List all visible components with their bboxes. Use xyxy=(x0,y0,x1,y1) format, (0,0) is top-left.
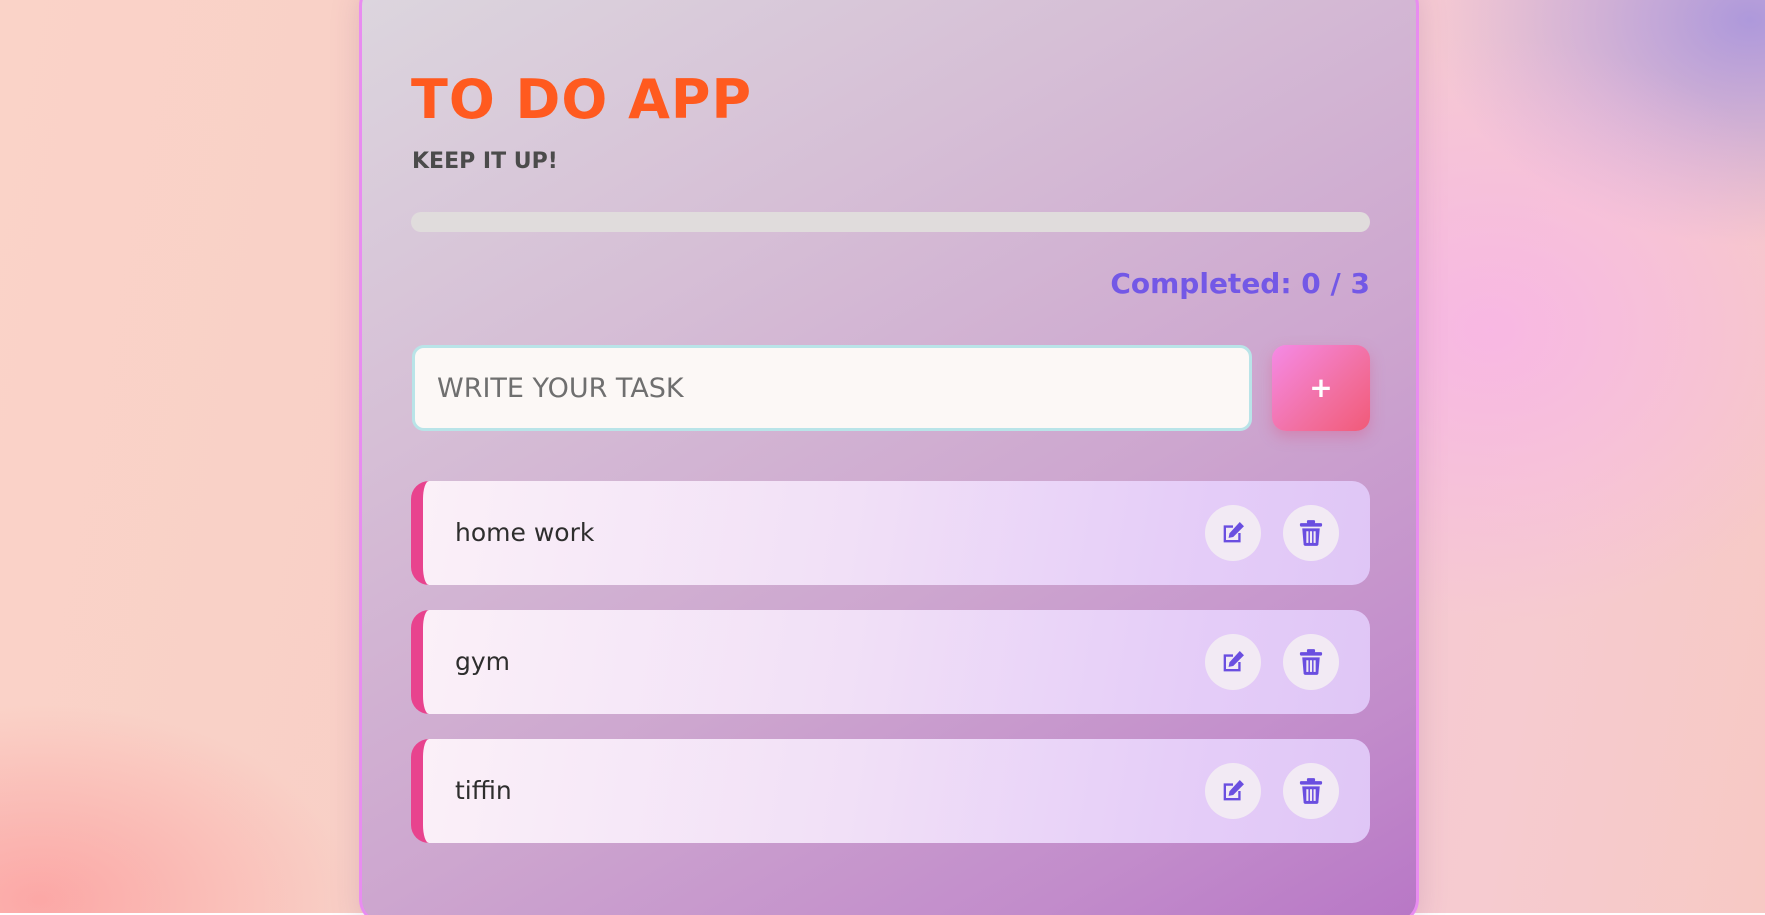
task-text: gym xyxy=(455,647,511,676)
task-item: home work xyxy=(411,481,1370,585)
edit-icon xyxy=(1223,522,1244,543)
edit-task-button[interactable] xyxy=(1205,634,1261,690)
edit-task-button[interactable] xyxy=(1205,505,1261,561)
task-item: tiffin xyxy=(411,739,1370,843)
delete-task-button[interactable] xyxy=(1283,763,1339,819)
task-list: home work gym tiffin xyxy=(411,481,1370,868)
completed-counter: Completed: 0 / 3 xyxy=(1110,267,1370,300)
app-title: TO DO APP xyxy=(411,68,753,131)
trash-icon xyxy=(1299,649,1323,675)
task-input[interactable] xyxy=(412,345,1252,431)
delete-task-button[interactable] xyxy=(1283,505,1339,561)
progress-bar xyxy=(411,212,1370,232)
trash-icon xyxy=(1299,520,1323,546)
edit-task-button[interactable] xyxy=(1205,763,1261,819)
trash-icon xyxy=(1299,778,1323,804)
app-subtitle: KEEP IT UP! xyxy=(412,149,558,174)
delete-task-button[interactable] xyxy=(1283,634,1339,690)
add-task-button[interactable]: + xyxy=(1272,345,1370,431)
task-item: gym xyxy=(411,610,1370,714)
task-text: home work xyxy=(455,518,595,547)
task-text: tiffin xyxy=(455,776,512,805)
edit-icon xyxy=(1223,780,1244,801)
edit-icon xyxy=(1223,651,1244,672)
